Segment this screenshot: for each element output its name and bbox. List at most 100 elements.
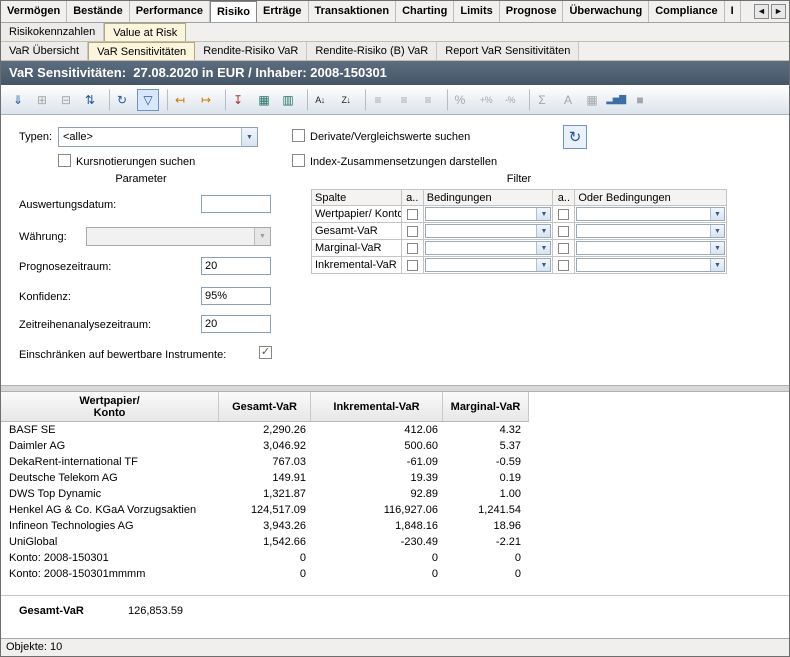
bedingungen-dropdown[interactable]: ▼ <box>425 207 552 221</box>
level2-tab[interactable]: Value at Risk <box>104 23 186 41</box>
column-header-wertpapier-konto[interactable]: Wertpapier/ Konto <box>1 392 219 421</box>
filter-icon[interactable]: ▽ <box>137 89 159 111</box>
export-icon[interactable]: ⊟ <box>55 89 77 111</box>
einschraenken-checkbox[interactable]: ✓ <box>259 346 272 359</box>
menu-tab[interactable]: Limits <box>454 1 499 22</box>
table-row[interactable]: DWS Top Dynamic 1,321.87 92.89 1.00 <box>1 486 529 502</box>
typen-dropdown[interactable]: <alle> ▼ <box>58 127 258 147</box>
table-row[interactable]: Deutsche Telekom AG 149.91 19.39 0.19 <box>1 470 529 486</box>
prognosezeitraum-input[interactable] <box>201 257 271 275</box>
level3-tab[interactable]: Report VaR Sensitivitäten <box>437 42 579 60</box>
sort-ascending-icon[interactable]: A↓ <box>307 89 333 111</box>
chevron-down-icon[interactable]: ▼ <box>710 208 724 220</box>
menu-tab[interactable]: Bestände <box>67 1 130 22</box>
menu-tab[interactable]: Performance <box>130 1 210 22</box>
table-row[interactable]: Infineon Technologies AG 3,943.26 1,848.… <box>1 518 529 534</box>
table-row[interactable]: Daimler AG 3,046.92 500.60 5.37 <box>1 438 529 454</box>
results-table-header: Wertpapier/ Konto Gesamt-VaR Inkremental… <box>1 392 529 422</box>
chart-icon[interactable]: ▂▅▇ <box>605 89 627 111</box>
derivate-checkbox[interactable] <box>292 129 305 142</box>
drilldown-icon[interactable]: ↧ <box>225 89 251 111</box>
table-view-icon[interactable]: ▦ <box>253 89 275 111</box>
oder-bedingungen-dropdown[interactable]: ▼ <box>576 224 725 238</box>
inkremental-var-cell: 1,848.16 <box>311 520 443 532</box>
kursnotierungen-checkbox[interactable] <box>58 154 71 167</box>
menu-tab[interactable]: Prognose <box>500 1 564 22</box>
level3-tab[interactable]: Rendite-Risiko VaR <box>195 42 307 60</box>
chevron-down-icon[interactable]: ▼ <box>536 259 550 271</box>
filter-and-checkbox[interactable] <box>407 209 418 220</box>
splitter[interactable] <box>1 385 789 392</box>
filter-or-checkbox[interactable] <box>558 209 569 220</box>
menu-tab[interactable]: Risiko <box>210 1 257 22</box>
level3-tab[interactable]: VaR Sensitivitäten <box>88 42 195 60</box>
chevron-down-icon[interactable]: ▼ <box>536 208 550 220</box>
expand-rows-icon[interactable]: ⇅ <box>79 89 101 111</box>
menu-tab[interactable]: Überwachung <box>563 1 649 22</box>
percent-decrease-icon[interactable]: -% <box>499 89 521 111</box>
align-left-icon[interactable]: ≡ <box>365 89 391 111</box>
sort-descending-icon[interactable]: Z↓ <box>335 89 357 111</box>
filter-or-checkbox[interactable] <box>558 260 569 271</box>
zeitreihenanalysezeitraum-input[interactable] <box>201 315 271 333</box>
stop-icon[interactable]: ■ <box>629 89 651 111</box>
grid-icon[interactable]: ▦ <box>581 89 603 111</box>
table-row[interactable]: BASF SE 2,290.26 412.06 4.32 <box>1 422 529 438</box>
percent-increase-icon[interactable]: +% <box>475 89 497 111</box>
table-row[interactable]: DekaRent-international TF 767.03 -61.09 … <box>1 454 529 470</box>
bedingungen-dropdown[interactable]: ▼ <box>425 258 552 272</box>
table-row[interactable]: Konto: 2008-150301mmmm 0 0 0 <box>1 566 529 582</box>
level2-tab[interactable]: Risikokennzahlen <box>1 23 104 41</box>
table-row[interactable]: Konto: 2008-150301 0 0 0 <box>1 550 529 566</box>
column-view-icon[interactable]: ▥ <box>277 89 299 111</box>
level3-tab[interactable]: Rendite-Risiko (B) VaR <box>307 42 437 60</box>
filter-or-checkbox[interactable] <box>558 243 569 254</box>
chevron-down-icon[interactable]: ▼ <box>710 225 724 237</box>
scroll-tabs-left-button[interactable]: ◄ <box>754 4 769 19</box>
wertpapier-cell: DekaRent-international TF <box>1 456 219 468</box>
column-header-inkremental-var[interactable]: Inkremental-VaR <box>311 392 443 421</box>
konfidenz-input[interactable] <box>201 287 271 305</box>
chevron-down-icon[interactable]: ▼ <box>710 242 724 254</box>
filter-or-checkbox[interactable] <box>558 226 569 237</box>
filter-and-checkbox[interactable] <box>407 226 418 237</box>
sum-icon[interactable]: Σ <box>529 89 555 111</box>
table-row[interactable]: Henkel AG & Co. KGaA Vorzugsaktien 124,5… <box>1 502 529 518</box>
goto-first-icon[interactable]: ↤ <box>167 89 193 111</box>
menu-tab[interactable]: Compliance <box>649 1 724 22</box>
oder-bedingungen-dropdown[interactable]: ▼ <box>576 207 725 221</box>
column-header-gesamt-var[interactable]: Gesamt-VaR <box>219 392 311 421</box>
menu-tab[interactable]: Transaktionen <box>309 1 397 22</box>
menu-tab[interactable]: Erträge <box>257 1 309 22</box>
column-header-marginal-var[interactable]: Marginal-VaR <box>443 392 529 421</box>
refresh-button[interactable]: ↻ <box>563 125 587 149</box>
refresh-icon[interactable]: ↻ <box>109 89 135 111</box>
wertpapier-cell: Daimler AG <box>1 440 219 452</box>
fit-window-icon[interactable]: ⊞ <box>31 89 53 111</box>
font-icon[interactable]: A <box>557 89 579 111</box>
level3-tab[interactable]: VaR Übersicht <box>1 42 88 60</box>
index-zusammensetzungen-checkbox[interactable] <box>292 154 305 167</box>
waehrung-dropdown[interactable]: ▼ <box>86 227 271 246</box>
menu-tab[interactable]: Vermögen <box>1 1 67 22</box>
scroll-tabs-right-button[interactable]: ► <box>771 4 786 19</box>
filter-and-checkbox[interactable] <box>407 243 418 254</box>
oder-bedingungen-dropdown[interactable]: ▼ <box>576 258 725 272</box>
table-row[interactable]: UniGlobal 1,542.66 -230.49 -2.21 <box>1 534 529 550</box>
import-icon[interactable]: ⇓ <box>7 89 29 111</box>
menu-tab[interactable]: I <box>725 1 741 22</box>
goto-last-icon[interactable]: ↦ <box>195 89 217 111</box>
auswertungsdatum-input[interactable] <box>201 195 271 213</box>
align-center-icon[interactable]: ≡ <box>393 89 415 111</box>
filter-and-checkbox[interactable] <box>407 260 418 271</box>
percent-icon[interactable]: % <box>447 89 473 111</box>
chevron-down-icon[interactable]: ▼ <box>241 128 257 146</box>
menu-tab[interactable]: Charting <box>396 1 454 22</box>
align-right-icon[interactable]: ≡ <box>417 89 439 111</box>
bedingungen-dropdown[interactable]: ▼ <box>425 224 552 238</box>
chevron-down-icon[interactable]: ▼ <box>536 225 550 237</box>
chevron-down-icon[interactable]: ▼ <box>536 242 550 254</box>
chevron-down-icon[interactable]: ▼ <box>710 259 724 271</box>
oder-bedingungen-dropdown[interactable]: ▼ <box>576 241 725 255</box>
bedingungen-dropdown[interactable]: ▼ <box>425 241 552 255</box>
